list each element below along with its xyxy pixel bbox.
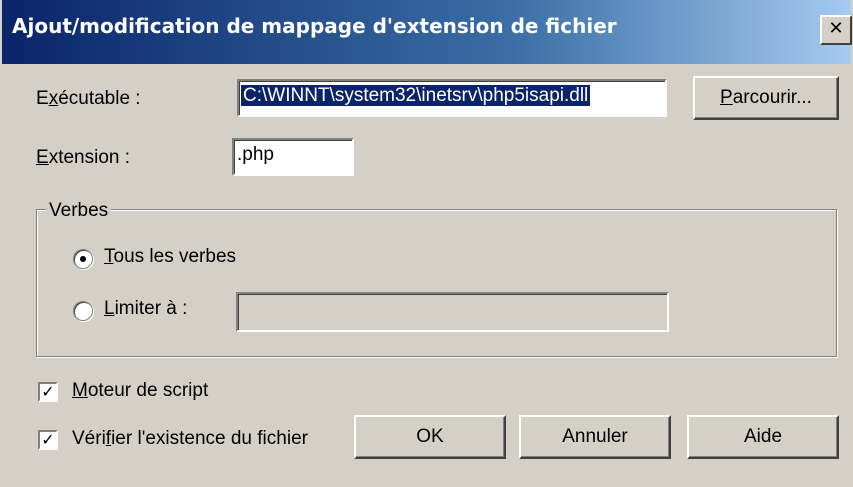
extension-input[interactable]: .php [232,138,354,176]
close-icon[interactable]: ✕ [820,15,852,45]
executable-value: C:\WINNT\system32\inetsrv\php5isapi.dll [241,85,591,106]
limit-verbs-radio[interactable] [73,301,93,321]
verify-file-label[interactable]: Vérifier l'existence du fichier [72,428,308,450]
verify-file-checkbox[interactable]: ✓ [38,430,58,450]
executable-label: Exécutable : [36,88,141,109]
extension-value: .php [237,144,274,165]
ok-button[interactable]: OK [354,415,506,459]
window-title: Ajout/modification de mappage d'extensio… [12,14,617,38]
help-button[interactable]: Aide [687,415,839,459]
ok-label: OK [416,426,444,447]
extension-label: Extension : [36,147,131,168]
cancel-button[interactable]: Annuler [519,415,671,459]
checkmark-icon: ✓ [41,430,55,449]
script-engine-checkbox[interactable]: ✓ [38,382,58,402]
executable-input[interactable]: C:\WINNT\system32\inetsrv\php5isapi.dll [237,79,667,117]
cancel-label: Annuler [562,426,628,447]
verbs-groupbox [36,209,837,357]
radio-selected-dot [80,256,86,262]
script-engine-label[interactable]: Moteur de script [72,380,208,402]
limit-verbs-input[interactable] [236,292,669,332]
all-verbs-radio[interactable] [73,249,93,269]
checkmark-icon: ✓ [41,382,55,401]
browse-button[interactable]: Parcourir... [693,76,839,120]
dialog-window: Ajout/modification de mappage d'extensio… [0,0,853,487]
help-label: Aide [743,426,783,447]
all-verbs-label[interactable]: Tous les verbes [104,246,236,268]
title-bar[interactable]: Ajout/modification de mappage d'extensio… [2,0,852,64]
limit-verbs-label[interactable]: Limiter à : [104,298,187,320]
verbs-group-label: Verbes [46,200,112,222]
